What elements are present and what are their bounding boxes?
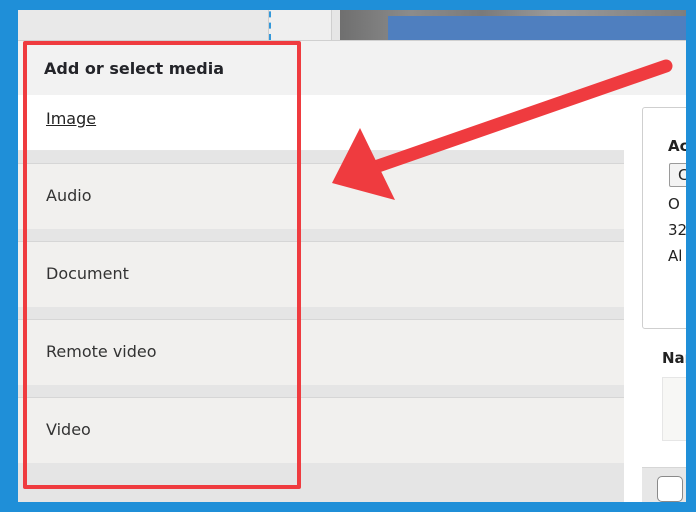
tab-image[interactable]: Image [18,95,624,151]
background-cell [269,0,332,40]
choose-files-label: C [678,166,689,184]
tab-spacer [18,229,624,241]
tab-label: Image [46,109,97,128]
tab-spacer [18,463,624,512]
background-page-strip [18,0,696,41]
name-field-label: Nam [662,349,696,367]
name-input[interactable] [662,377,696,441]
upload-limit-text: 32 [668,221,688,239]
dialog-title: Add or select media [44,59,224,78]
tab-label: Video [46,420,91,439]
media-library-dialog: Add or select media Image Audio Document… [18,40,696,512]
tab-label: Audio [46,186,92,205]
upload-form-panel: Ac C O 32 Al Nam [624,95,696,512]
choose-files-button[interactable]: C [669,163,696,187]
tab-label: Document [46,264,129,283]
background-image-overlay [388,16,696,40]
upload-heading: Ac [668,137,689,155]
tab-spacer [18,385,624,397]
tab-spacer [18,151,624,163]
dialog-header: Add or select media [18,41,696,96]
tab-document[interactable]: Document [18,241,624,307]
dashed-divider [269,0,271,40]
upload-help-text: O [668,195,680,213]
media-type-tabs: Image Audio Document Remote video Video [18,95,624,512]
tab-label: Remote video [46,342,157,361]
select-checkbox[interactable] [657,476,683,502]
upload-types-text: Al [668,247,683,265]
tab-spacer [18,307,624,319]
tab-audio[interactable]: Audio [18,163,624,229]
tab-remote-video[interactable]: Remote video [18,319,624,385]
background-image [340,0,696,40]
screenshot: Add or select media Image Audio Document… [0,0,696,512]
tab-video[interactable]: Video [18,397,624,463]
background-cell [18,0,269,40]
